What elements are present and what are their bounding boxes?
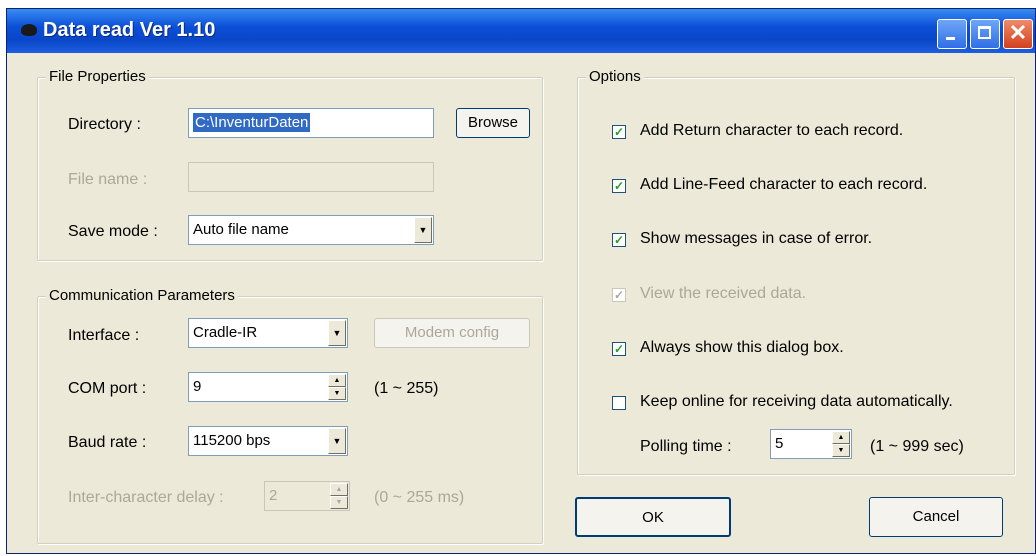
option-label: Keep online for receiving data automatic… — [640, 393, 953, 410]
baud-rate-select[interactable]: 115200 bps ▼ — [188, 426, 348, 456]
spin-down-icon[interactable]: ▼ — [832, 444, 850, 457]
modem-config-button: Modem config — [374, 318, 530, 348]
option-label: Always show this dialog box. — [640, 339, 844, 356]
communication-group: Communication Parameters Interface : Cra… — [37, 287, 543, 544]
com-port-spinner[interactable]: 9 ▲ ▼ — [188, 372, 348, 402]
com-port-range: (1 ~ 255) — [374, 380, 439, 397]
com-port-label: COM port : — [68, 380, 147, 397]
option-checkbox[interactable]: ✓ — [612, 342, 626, 356]
directory-label: Directory : — [68, 116, 141, 133]
option-label: Add Return character to each record. — [640, 122, 904, 139]
filename-input — [188, 162, 434, 192]
chevron-down-icon[interactable]: ▼ — [414, 217, 432, 243]
spin-up-icon: ▲ — [330, 483, 348, 496]
interface-select[interactable]: Cradle-IR ▼ — [188, 318, 348, 348]
checkmark-icon: ✓ — [613, 233, 625, 247]
maximize-button[interactable] — [970, 19, 1000, 49]
app-icon — [21, 24, 37, 36]
close-icon: ✕ — [1008, 20, 1028, 45]
option-checkbox[interactable]: ✓ — [612, 125, 626, 139]
polling-time-spinner[interactable]: 5 ▲ ▼ — [770, 429, 852, 459]
options-group: Options ✓ Add Return character to each re… — [577, 68, 1015, 475]
option-checkbox: ✓ — [612, 288, 626, 302]
spin-up-icon[interactable]: ▲ — [832, 431, 850, 444]
close-button[interactable]: ✕ — [1003, 19, 1033, 49]
spin-down-icon: ▼ — [330, 496, 348, 509]
cancel-button[interactable]: Cancel — [869, 497, 1003, 537]
savemode-label: Save mode : — [68, 223, 158, 240]
spin-down-icon[interactable]: ▼ — [328, 387, 346, 400]
option-label: Show messages in case of error. — [640, 230, 873, 247]
baud-rate-label: Baud rate : — [68, 434, 147, 451]
savemode-value: Auto file name — [193, 221, 289, 238]
chevron-down-icon[interactable]: ▼ — [328, 320, 346, 346]
window-title: Data read Ver 1.10 — [43, 19, 216, 41]
title-bar[interactable]: Data read Ver 1.10 ✕ — [7, 9, 1035, 53]
option-label: View the received data. — [640, 285, 807, 302]
inter-char-delay-range: (0 ~ 255 ms) — [374, 489, 465, 506]
filename-label: File name : — [68, 171, 148, 188]
baud-rate-value: 115200 bps — [193, 432, 271, 449]
file-properties-group: File Properties Directory : C:\InventurD… — [37, 68, 543, 261]
communication-legend: Communication Parameters — [46, 287, 238, 304]
interface-label: Interface : — [68, 327, 140, 344]
inter-char-delay-spinner: 2 ▲ ▼ — [264, 481, 350, 511]
checkmark-icon: ✓ — [613, 288, 625, 302]
ok-button[interactable]: OK — [575, 497, 731, 537]
polling-time-label: Polling time : — [640, 438, 732, 455]
data-read-dialog: Data read Ver 1.10 ✕ File Properties Dir… — [6, 8, 1036, 554]
inter-char-delay-label: Inter-character delay : — [68, 489, 224, 506]
polling-time-value: 5 — [775, 435, 784, 452]
spin-up-icon[interactable]: ▲ — [328, 374, 346, 387]
interface-value: Cradle-IR — [193, 324, 258, 341]
option-checkbox[interactable]: ✓ — [612, 179, 626, 193]
checkmark-icon: ✓ — [613, 342, 625, 356]
directory-input[interactable]: C:\InventurDaten — [188, 108, 434, 138]
option-checkbox[interactable] — [612, 396, 626, 410]
directory-value: C:\InventurDaten — [193, 113, 311, 132]
checkmark-icon: ✓ — [613, 125, 625, 139]
option-checkbox[interactable]: ✓ — [612, 233, 626, 247]
chevron-down-icon[interactable]: ▼ — [328, 428, 346, 454]
browse-button[interactable]: Browse — [456, 108, 530, 138]
savemode-select[interactable]: Auto file name ▼ — [188, 215, 434, 245]
com-port-value: 9 — [193, 378, 202, 395]
minimize-button[interactable] — [937, 19, 967, 49]
inter-char-delay-value: 2 — [269, 487, 278, 504]
file-properties-legend: File Properties — [46, 68, 149, 85]
option-label: Add Line-Feed character to each record. — [640, 176, 928, 193]
checkmark-icon: ✓ — [613, 179, 625, 193]
polling-time-range: (1 ~ 999 sec) — [870, 438, 964, 455]
options-legend: Options — [586, 68, 644, 85]
